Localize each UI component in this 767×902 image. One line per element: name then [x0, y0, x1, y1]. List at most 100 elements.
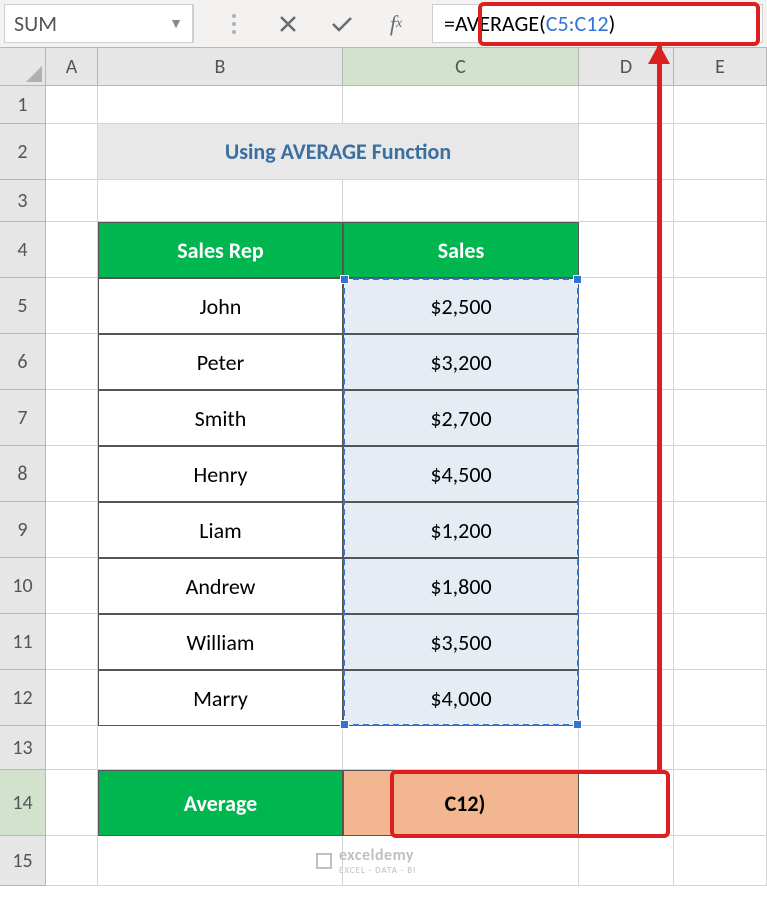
cancel-icon[interactable]: [274, 15, 302, 33]
row-head-11[interactable]: 11: [0, 614, 46, 670]
cell-C8[interactable]: $4,500: [343, 446, 579, 502]
name-box[interactable]: SUM ▼: [4, 4, 194, 43]
cell-A1[interactable]: [46, 86, 98, 124]
row-head-14[interactable]: 14: [0, 770, 46, 836]
th-sales[interactable]: Sales: [343, 222, 579, 278]
row-head-15[interactable]: 15: [0, 836, 46, 886]
cell-B10[interactable]: Andrew: [98, 558, 343, 614]
fx-icon[interactable]: fx: [382, 11, 410, 37]
row-head-6[interactable]: 6: [0, 334, 46, 390]
col-head-C[interactable]: C: [343, 48, 579, 85]
row-head-9[interactable]: 9: [0, 502, 46, 558]
cell-B5[interactable]: John: [98, 278, 343, 334]
cell-E11[interactable]: [674, 614, 767, 670]
title-cell[interactable]: Using AVERAGE Function: [98, 124, 579, 180]
cell-C1[interactable]: [343, 86, 579, 124]
cell-B1[interactable]: [98, 86, 343, 124]
cell-E4[interactable]: [674, 222, 767, 278]
cell-B8[interactable]: Henry: [98, 446, 343, 502]
cell-A8[interactable]: [46, 446, 98, 502]
cell-A6[interactable]: [46, 334, 98, 390]
row-head-12[interactable]: 12: [0, 670, 46, 726]
cell-D4[interactable]: [579, 222, 674, 278]
cell-C13[interactable]: [343, 726, 579, 770]
row-head-10[interactable]: 10: [0, 558, 46, 614]
cell-D11[interactable]: [579, 614, 674, 670]
cell-E2[interactable]: [674, 124, 767, 180]
cell-C7[interactable]: $2,700: [343, 390, 579, 446]
cell-E9[interactable]: [674, 502, 767, 558]
row-head-7[interactable]: 7: [0, 390, 46, 446]
cell-E1[interactable]: [674, 86, 767, 124]
average-label-cell[interactable]: Average: [98, 770, 343, 836]
cell-D2[interactable]: [579, 124, 674, 180]
formula-input[interactable]: =AVERAGE(C5:C12): [432, 4, 763, 43]
col-head-A[interactable]: A: [46, 48, 98, 85]
col-head-B[interactable]: B: [98, 48, 343, 85]
cell-C11[interactable]: $3,500: [343, 614, 579, 670]
cell-D8[interactable]: [579, 446, 674, 502]
cell-D13[interactable]: [579, 726, 674, 770]
cell-E15[interactable]: [674, 836, 767, 886]
cell-D3[interactable]: [579, 180, 674, 222]
row-head-3[interactable]: 3: [0, 180, 46, 222]
cell-A10[interactable]: [46, 558, 98, 614]
cell-C3[interactable]: [343, 180, 579, 222]
cell-B7[interactable]: Smith: [98, 390, 343, 446]
cell-E3[interactable]: [674, 180, 767, 222]
row-head-1[interactable]: 1: [0, 86, 46, 124]
cell-A9[interactable]: [46, 502, 98, 558]
cell-D12[interactable]: [579, 670, 674, 726]
cell-D9[interactable]: [579, 502, 674, 558]
cell-B3[interactable]: [98, 180, 343, 222]
row-head-8[interactable]: 8: [0, 446, 46, 502]
cell-E7[interactable]: [674, 390, 767, 446]
cell-D10[interactable]: [579, 558, 674, 614]
confirm-icon[interactable]: [328, 15, 356, 33]
cell-D14[interactable]: [579, 770, 674, 836]
row-head-2[interactable]: 2: [0, 124, 46, 180]
cell-A11[interactable]: [46, 614, 98, 670]
cell-B6[interactable]: Peter: [98, 334, 343, 390]
cell-E12[interactable]: [674, 670, 767, 726]
active-cell-C14[interactable]: C12): [343, 770, 579, 836]
col-head-D[interactable]: D: [579, 48, 674, 85]
cell-C12[interactable]: $4,000: [343, 670, 579, 726]
cell-B13[interactable]: [98, 726, 343, 770]
cell-A14[interactable]: [46, 770, 98, 836]
cell-B12[interactable]: Marry: [98, 670, 343, 726]
cell-A2[interactable]: [46, 124, 98, 180]
row-head-4[interactable]: 4: [0, 222, 46, 278]
cell-E5[interactable]: [674, 278, 767, 334]
cell-A3[interactable]: [46, 180, 98, 222]
cell-A15[interactable]: [46, 836, 98, 886]
cell-A4[interactable]: [46, 222, 98, 278]
select-all-corner[interactable]: [0, 48, 46, 85]
cell-E8[interactable]: [674, 446, 767, 502]
cell-C5[interactable]: $2,500: [343, 278, 579, 334]
col-head-E[interactable]: E: [674, 48, 767, 85]
cell-D15[interactable]: [579, 836, 674, 886]
row-head-5[interactable]: 5: [0, 278, 46, 334]
cell-C10[interactable]: $1,800: [343, 558, 579, 614]
cell-A13[interactable]: [46, 726, 98, 770]
cell-A12[interactable]: [46, 670, 98, 726]
cell-E13[interactable]: [674, 726, 767, 770]
cell-B9[interactable]: Liam: [98, 502, 343, 558]
cell-D1[interactable]: [579, 86, 674, 124]
cell-B11[interactable]: William: [98, 614, 343, 670]
cell-A7[interactable]: [46, 390, 98, 446]
name-box-dropdown-icon[interactable]: ▼: [169, 15, 183, 32]
cell-E10[interactable]: [674, 558, 767, 614]
cell-D6[interactable]: [579, 334, 674, 390]
cell-E14[interactable]: [674, 770, 767, 836]
row-head-13[interactable]: 13: [0, 726, 46, 770]
cell-D5[interactable]: [579, 278, 674, 334]
cell-B15[interactable]: [98, 836, 343, 886]
cell-A5[interactable]: [46, 278, 98, 334]
cell-D7[interactable]: [579, 390, 674, 446]
cell-C9[interactable]: $1,200: [343, 502, 579, 558]
cell-E6[interactable]: [674, 334, 767, 390]
th-sales-rep[interactable]: Sales Rep: [98, 222, 343, 278]
cell-C6[interactable]: $3,200: [343, 334, 579, 390]
